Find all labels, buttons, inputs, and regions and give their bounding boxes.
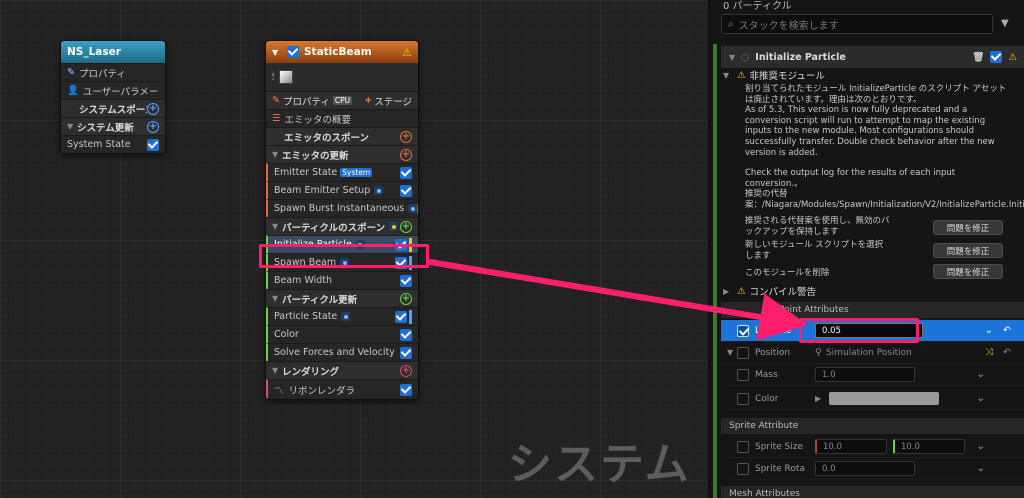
- annotation-arrow: [427, 259, 808, 341]
- arrow-line: [427, 259, 808, 341]
